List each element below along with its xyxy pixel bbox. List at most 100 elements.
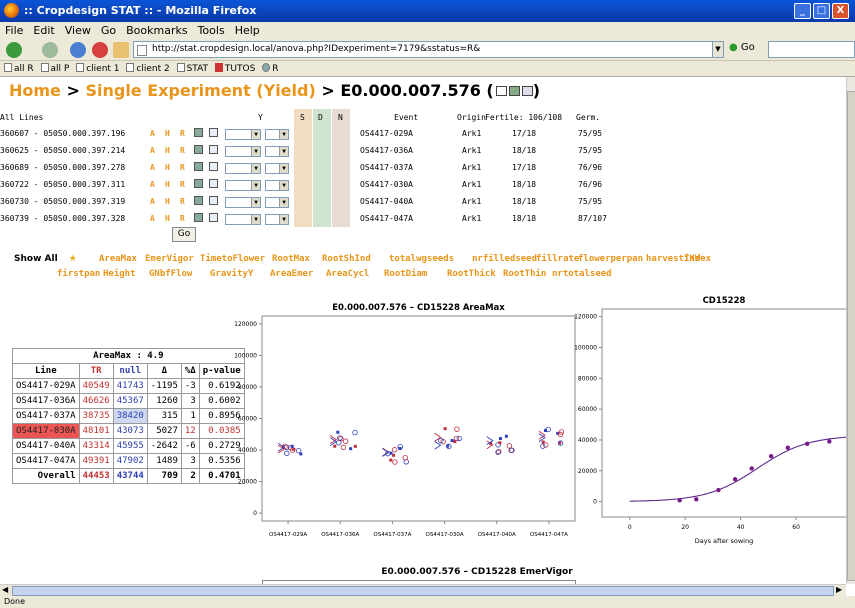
line-a-link[interactable]: A	[150, 214, 155, 223]
trait-link-height[interactable]: Height	[103, 269, 136, 279]
trait-link-fillrate[interactable]: fillrate	[536, 254, 579, 264]
y-select-2[interactable]: ▼	[265, 129, 289, 140]
menu-view[interactable]: View	[60, 22, 96, 37]
trait-link-timetoflower[interactable]: TimetoFlower	[200, 254, 265, 264]
scroll-right-icon[interactable]: ▶	[836, 585, 842, 594]
trait-link-rootdiam[interactable]: RootDiam	[384, 269, 427, 279]
trait-link-rootthick[interactable]: RootThick	[447, 269, 496, 279]
chart-icon[interactable]	[194, 145, 203, 154]
single-experiment-link[interactable]: Single Experiment (Yield)	[85, 81, 315, 100]
y-select-2[interactable]: ▼	[265, 180, 289, 191]
vertical-scroll-thumb[interactable]	[847, 91, 855, 581]
bookmark-client-2[interactable]: client 2	[126, 61, 170, 74]
y-select-2[interactable]: ▼	[265, 214, 289, 225]
bookmark-all-p[interactable]: all P	[40, 61, 69, 74]
go-submit-button[interactable]: Go	[172, 227, 196, 242]
chart-icon[interactable]	[194, 213, 203, 222]
table-icon[interactable]	[521, 86, 533, 96]
line-h-link[interactable]: H	[165, 180, 170, 189]
trait-link-harvestindex[interactable]: harvestindex	[646, 254, 711, 264]
trait-link-rootmax[interactable]: RootMax	[272, 254, 310, 264]
line-id[interactable]: 360607 - 050S0.000.397.196	[0, 129, 125, 138]
line-a-link[interactable]: A	[150, 180, 155, 189]
line-a-link[interactable]: A	[150, 163, 155, 172]
chart-icon[interactable]	[194, 196, 203, 205]
line-h-link[interactable]: H	[165, 214, 170, 223]
horizontal-scrollbar[interactable]: ◀ ▶	[0, 584, 846, 596]
line-r-link[interactable]: R	[180, 163, 185, 172]
show-all-link[interactable]: Show All	[14, 254, 58, 264]
search-field[interactable]	[768, 41, 855, 58]
y-select[interactable]: ▼	[225, 214, 261, 225]
y-select-2[interactable]: ▼	[265, 163, 289, 174]
trait-link-tkw[interactable]: TKW	[684, 254, 700, 264]
table-icon[interactable]	[209, 145, 218, 154]
line-h-link[interactable]: H	[165, 129, 170, 138]
trait-link-areacycl[interactable]: AreaCycl	[326, 269, 369, 279]
trait-link-flowerperpan[interactable]: flowerperpan	[578, 254, 643, 264]
y-select[interactable]: ▼	[225, 146, 261, 157]
line-h-link[interactable]: H	[165, 146, 170, 155]
menu-tools[interactable]: Tools	[193, 22, 230, 37]
line-a-link[interactable]: A	[150, 129, 155, 138]
trait-link-nrtotalseed[interactable]: nrtotalseed	[552, 269, 612, 279]
trait-link-firstpan[interactable]: firstpan	[57, 269, 100, 279]
line-id[interactable]: 360625 - 050S0.000.397.214	[0, 146, 125, 155]
menu-bookmarks[interactable]: Bookmarks	[121, 22, 192, 37]
menu-help[interactable]: Help	[230, 22, 265, 37]
chart-icon[interactable]	[194, 128, 203, 137]
trait-link-gnbfflow[interactable]: GNbfFlow	[149, 269, 192, 279]
url-dropdown-icon[interactable]: ▼	[712, 41, 724, 58]
table-icon[interactable]	[209, 162, 218, 171]
trait-link-areaemer[interactable]: AreaEmer	[270, 269, 313, 279]
chart-icon[interactable]	[194, 162, 203, 171]
line-id[interactable]: 360722 - 050S0.000.397.311	[0, 180, 125, 189]
back-icon[interactable]	[6, 42, 22, 58]
menu-edit[interactable]: Edit	[28, 22, 59, 37]
line-id[interactable]: 360739 - 050S0.000.397.328	[0, 214, 125, 223]
go-button[interactable]: ● Go	[729, 42, 755, 53]
trait-link-rootthin[interactable]: RootThin	[503, 269, 546, 279]
scroll-left-icon[interactable]: ◀	[2, 585, 8, 594]
line-h-link[interactable]: H	[165, 163, 170, 172]
minimize-button[interactable]: _	[794, 3, 811, 19]
bookmark-tutos[interactable]: TUTOS	[214, 61, 255, 74]
vertical-scrollbar[interactable]	[846, 77, 855, 584]
home-link[interactable]: Home	[9, 81, 61, 100]
y-select[interactable]: ▼	[225, 129, 261, 140]
line-a-link[interactable]: A	[150, 146, 155, 155]
bookmark-stat[interactable]: STAT	[176, 61, 208, 74]
close-button[interactable]: X	[832, 3, 849, 19]
maximize-button[interactable]: □	[813, 3, 830, 19]
line-h-link[interactable]: H	[165, 197, 170, 206]
line-a-link[interactable]: A	[150, 197, 155, 206]
stop-icon[interactable]	[92, 42, 108, 58]
bookmark-client-1[interactable]: client 1	[76, 61, 120, 74]
trait-link-nrfilledseed[interactable]: nrfilledseed	[472, 254, 537, 264]
line-r-link[interactable]: R	[180, 214, 185, 223]
trait-link-gravityy[interactable]: GravityY	[210, 269, 253, 279]
y-select[interactable]: ▼	[225, 197, 261, 208]
menu-go[interactable]: Go	[96, 22, 121, 37]
table-icon[interactable]	[209, 128, 218, 137]
url-field[interactable]: http://stat.cropdesign.local/anova.php?I…	[133, 41, 723, 58]
reload-icon[interactable]	[70, 42, 86, 58]
line-id[interactable]: 360689 - 050S0.000.397.278	[0, 163, 125, 172]
line-r-link[interactable]: R	[180, 129, 185, 138]
trait-link-emervigor[interactable]: EmerVigor	[145, 254, 194, 264]
horizontal-scroll-thumb[interactable]	[12, 586, 834, 596]
line-r-link[interactable]: R	[180, 146, 185, 155]
line-r-link[interactable]: R	[180, 197, 185, 206]
image-icon[interactable]	[508, 86, 520, 96]
table-icon[interactable]	[209, 196, 218, 205]
table-icon[interactable]	[209, 179, 218, 188]
bookmark-r[interactable]: R	[262, 61, 278, 74]
line-id[interactable]: 360730 - 050S0.000.397.319	[0, 197, 125, 206]
line-r-link[interactable]: R	[180, 180, 185, 189]
y-select[interactable]: ▼	[225, 163, 261, 174]
menu-file[interactable]: File	[0, 22, 28, 37]
trait-link-areamax[interactable]: AreaMax	[99, 254, 137, 264]
table-icon[interactable]	[209, 213, 218, 222]
y-select-2[interactable]: ▼	[265, 146, 289, 157]
y-select[interactable]: ▼	[225, 180, 261, 191]
